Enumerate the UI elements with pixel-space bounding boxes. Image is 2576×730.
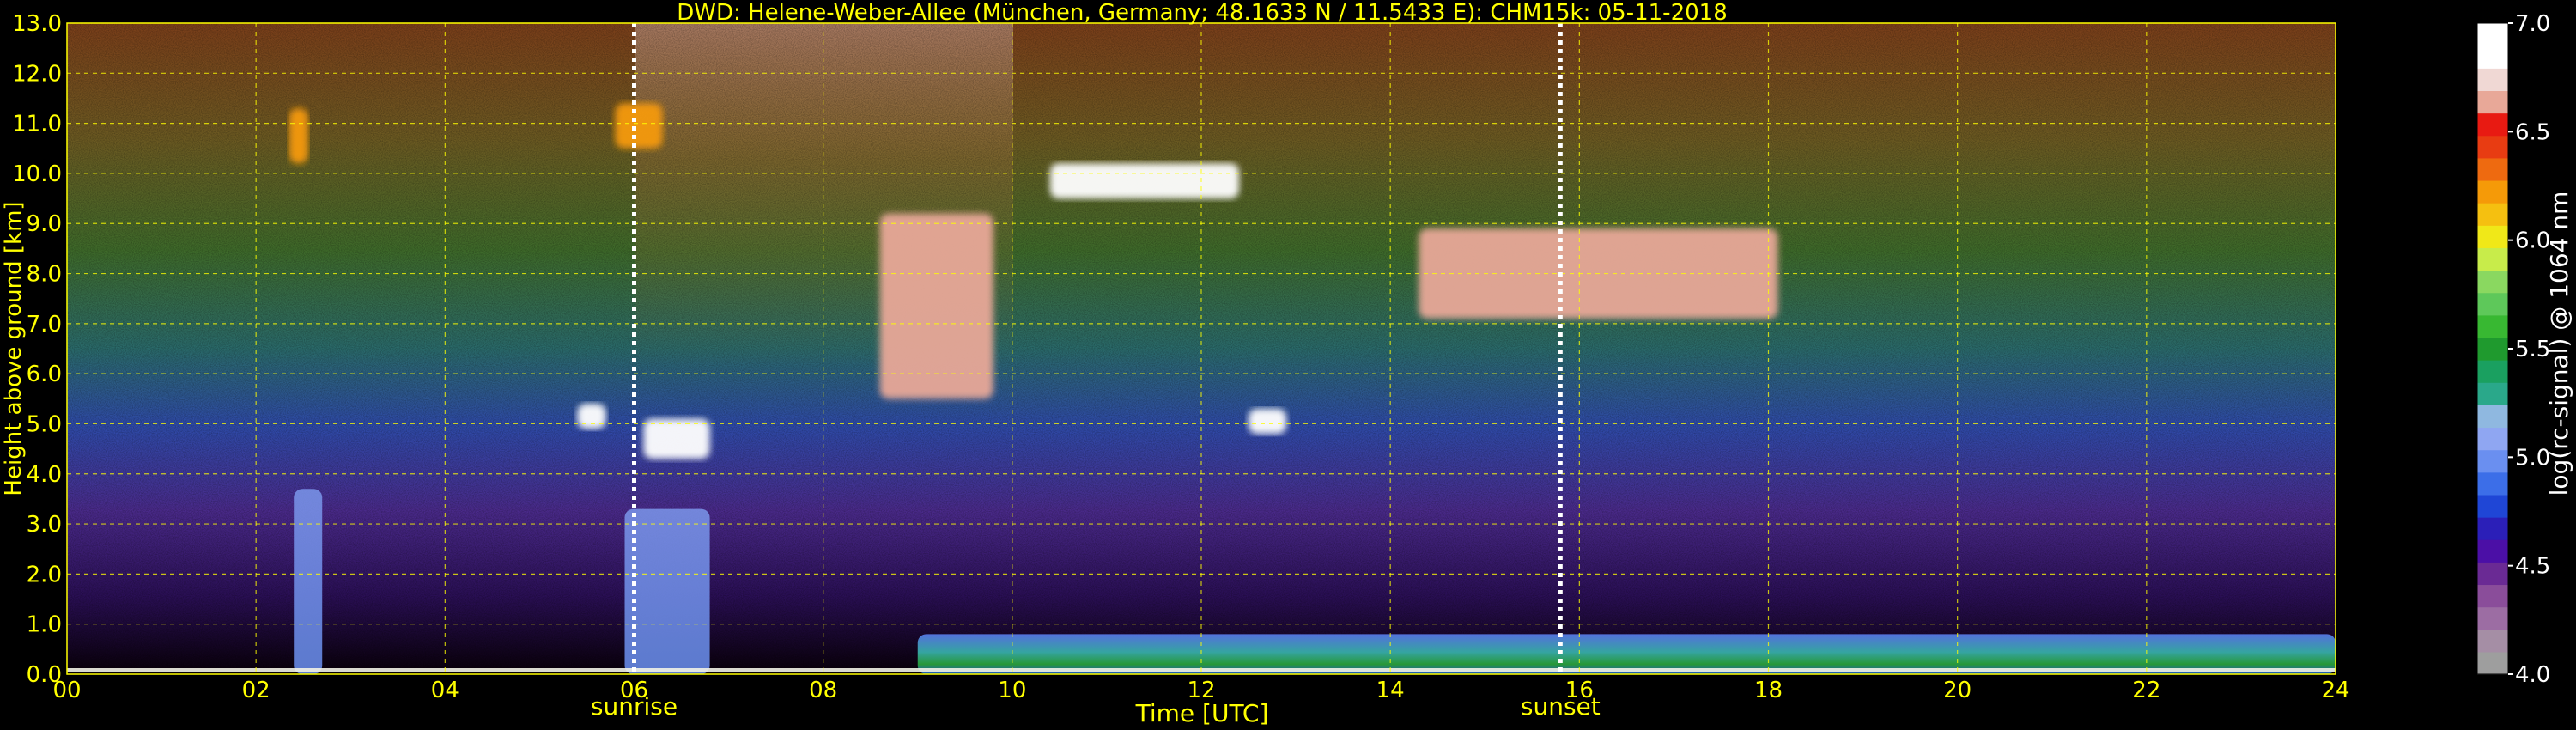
colorbar-segment bbox=[2477, 68, 2508, 92]
colorbar-segment bbox=[2477, 113, 2508, 137]
y-tick-label: 12.0 bbox=[12, 61, 62, 87]
feature-cirrus-8 bbox=[1049, 163, 1240, 199]
colorbar-segment bbox=[2477, 539, 2508, 563]
x-tick-label: 04 bbox=[431, 678, 459, 703]
x-tick-label: 20 bbox=[1943, 678, 1971, 703]
colorbar-segment bbox=[2477, 427, 2508, 451]
x-axis-label: Time [UTC] bbox=[1135, 699, 1269, 727]
colorbar-label: log(rc-signal) @ 1064 nm bbox=[2545, 192, 2573, 496]
colorbar-segment bbox=[2477, 270, 2508, 294]
colorbar-segment bbox=[2477, 517, 2508, 540]
colorbar-segment bbox=[2477, 90, 2508, 114]
colorbar-tick-label: 4.5 bbox=[2515, 554, 2550, 580]
y-tick-label: 10.0 bbox=[12, 161, 62, 187]
colorbar-segment bbox=[2477, 651, 2508, 675]
colorbar-segment bbox=[2477, 629, 2508, 653]
colorbar-segment bbox=[2477, 23, 2508, 46]
colorbar-segment bbox=[2477, 179, 2508, 204]
x-tick-label: 06 bbox=[620, 678, 648, 703]
y-tick-label: 8.0 bbox=[27, 262, 62, 288]
colorbar-segment bbox=[2477, 225, 2508, 248]
colorbar-segment bbox=[2477, 382, 2508, 405]
x-tick-label: 14 bbox=[1376, 678, 1405, 703]
y-tick-label: 9.0 bbox=[27, 211, 62, 237]
y-tick-label: 7.0 bbox=[27, 312, 62, 338]
y-tick-label: 2.0 bbox=[27, 562, 62, 587]
chart-title: DWD: Helene-Weber-Allee (München, German… bbox=[677, 0, 1728, 26]
colorbar-segment bbox=[2477, 247, 2508, 271]
colorbar: 4.04.55.05.56.06.57.0 bbox=[2476, 11, 2550, 688]
colorbar-segment bbox=[2477, 135, 2508, 159]
colorbar-tick-label: 7.0 bbox=[2515, 11, 2550, 37]
y-tick-label: 3.0 bbox=[27, 512, 62, 538]
feature-mid-level-cloud-5 bbox=[577, 404, 606, 429]
x-tick-label: 00 bbox=[52, 678, 81, 703]
colorbar-segment bbox=[2477, 157, 2508, 181]
feature-night-aerosol-column-1 bbox=[624, 508, 710, 674]
x-tick-label: 02 bbox=[242, 678, 270, 703]
x-tick-label: 16 bbox=[1565, 678, 1594, 703]
feature-fall-streaks-7 bbox=[879, 213, 993, 399]
colorbar-segment bbox=[2477, 449, 2508, 473]
colorbar-tick-label: 6.5 bbox=[2515, 119, 2550, 145]
y-tick-label: 6.0 bbox=[27, 362, 62, 387]
x-tick-label: 10 bbox=[998, 678, 1026, 703]
feature-mid-level-cloud-6 bbox=[643, 418, 710, 459]
y-tick-label: 1.0 bbox=[27, 612, 62, 638]
colorbar-segment bbox=[2477, 203, 2508, 226]
feature-night-aerosol-column-2 bbox=[294, 489, 323, 674]
x-tick-label: 22 bbox=[2132, 678, 2160, 703]
colorbar-segment bbox=[2477, 405, 2508, 429]
colorbar-segment bbox=[2477, 337, 2508, 361]
x-tick-label: 08 bbox=[809, 678, 837, 703]
colorbar-segment bbox=[2477, 471, 2508, 496]
x-tick-label: 18 bbox=[1754, 678, 1783, 703]
feature-mid-level-cloud-9 bbox=[1249, 408, 1287, 435]
x-tick-label: 24 bbox=[2321, 678, 2349, 703]
colorbar-segment bbox=[2477, 360, 2508, 383]
y-axis-label: Height above ground [km] bbox=[1, 201, 27, 496]
colorbar-segment bbox=[2477, 292, 2508, 316]
plot-area: sunrise sunset bbox=[66, 22, 2336, 721]
colorbar-segment bbox=[2477, 584, 2508, 608]
colorbar-segment bbox=[2477, 46, 2508, 69]
y-tick-label: 11.0 bbox=[12, 112, 62, 137]
feature-cirrus-4 bbox=[615, 103, 663, 149]
y-tick-label: 4.0 bbox=[27, 462, 62, 488]
colorbar-tick-label: 4.0 bbox=[2515, 662, 2550, 688]
colorbar-segment bbox=[2477, 606, 2508, 630]
y-tick-label: 5.0 bbox=[27, 411, 62, 437]
colorbar-segment bbox=[2477, 562, 2508, 586]
colorbar-segment bbox=[2477, 314, 2508, 338]
feature-cirrus-3 bbox=[289, 108, 308, 164]
y-tick-label: 13.0 bbox=[12, 11, 62, 37]
ceilometer-chart: sunrise sunset 0.01.02.03.04.05.06.07.08.… bbox=[1, 0, 2573, 727]
colorbar-segment bbox=[2477, 494, 2508, 518]
